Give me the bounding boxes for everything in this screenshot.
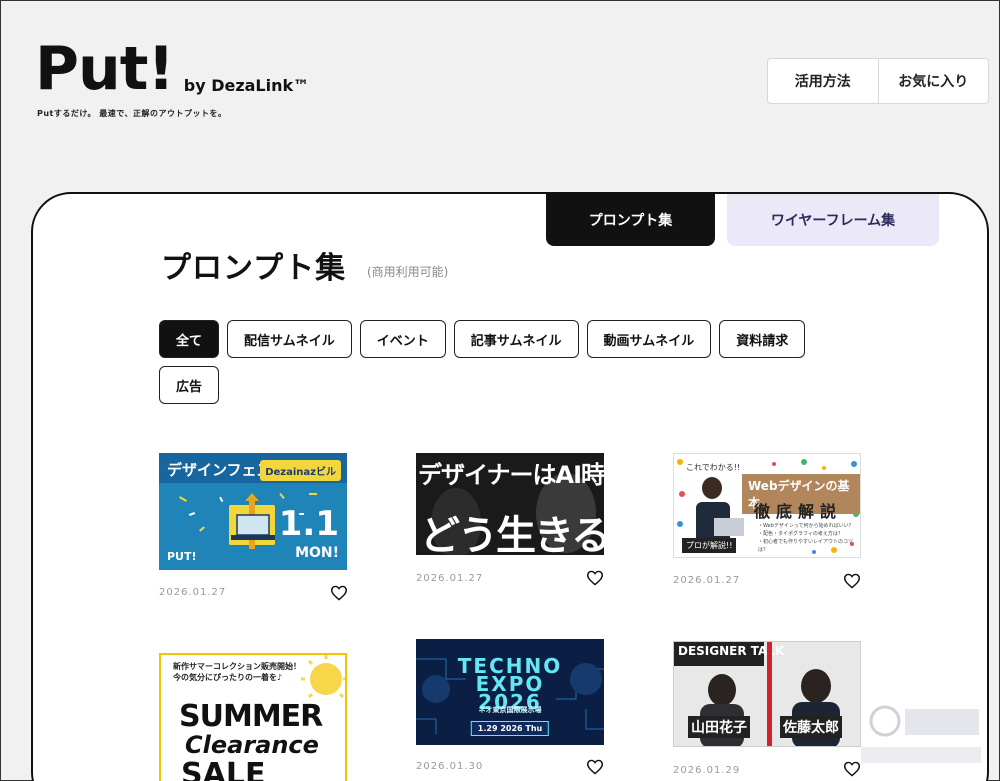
filter-event[interactable]: イベント <box>359 320 446 358</box>
prompt-card[interactable]: デザインフェス Dezainazビル 1.1 MON! PUT! <box>159 453 347 570</box>
favorite-heart-icon[interactable] <box>330 585 348 601</box>
thumb-speaker-2: 佐藤太郎 <box>780 716 842 738</box>
thumb-bullet: ・Webデザインって何から始めればいい？ <box>758 523 854 529</box>
thumb-event-title: TECHNO EXPO 2026 <box>416 656 604 712</box>
card-date: 2026.01.27 <box>159 587 227 598</box>
thumb-pill: Dezainazビル <box>260 460 341 481</box>
card-date: 2026.01.30 <box>416 761 484 772</box>
thumb-bullet: ・初心者でも作りやすいレイアウトのコツは？ <box>758 539 854 553</box>
logo-tagline: Putするだけ。 最速で、正解のアウトプットを。 <box>37 109 227 118</box>
thumb-brand: PUT! <box>167 550 197 563</box>
favorite-heart-icon[interactable] <box>586 759 604 775</box>
card-thumbnail[interactable]: TECHNO EXPO 2026 ネオ東京国際展示場 1.29 2026 Thu <box>416 639 604 745</box>
nav-how-to-use[interactable]: 活用方法 <box>768 59 878 103</box>
prompt-card[interactable]: 新作サマーコレクション販売開始！ 今の気分にぴったりの一着を♪ SUMMER C… <box>159 653 347 781</box>
thumb-venue: ネオ東京国際展示場 <box>478 706 542 714</box>
thumb-event-date: 1.29 2026 Thu <box>470 721 550 736</box>
nav-favorites[interactable]: お気に入り <box>877 59 989 103</box>
filter-ad[interactable]: 広告 <box>159 366 220 404</box>
card-date: 2026.01.27 <box>673 575 741 586</box>
thumb-header: これでわかる!! <box>686 463 741 472</box>
favorite-heart-icon[interactable] <box>843 573 861 589</box>
tab-prompts[interactable]: プロンプト集 <box>546 194 715 246</box>
prompt-card[interactable]: これでわかる!! Webデザインの基本 徹底解説 ・Webデザインって何から始め… <box>673 453 861 558</box>
filter-document-request[interactable]: 資料請求 <box>719 320 806 358</box>
watermark-logo <box>861 705 981 763</box>
thumb-line-1: デザイナーはAI時代に <box>418 461 604 489</box>
prompt-card[interactable]: TECHNO EXPO 2026 ネオ東京国際展示場 1.29 2026 Thu <box>416 639 604 745</box>
logo-wordmark: Put! <box>35 34 175 104</box>
card-thumbnail[interactable]: 新作サマーコレクション販売開始！ 今の気分にぴったりの一着を♪ SUMMER C… <box>159 653 347 781</box>
thumb-line-3: SALE <box>181 757 266 781</box>
thumb-tag: プロが解説!! <box>682 538 737 553</box>
thumb-note-line: 今の気分にぴったりの一着を♪ <box>173 673 283 682</box>
logo[interactable]: Put! by DezaLink™ <box>35 39 309 99</box>
logo-by: by DezaLink™ <box>183 76 310 95</box>
filter-video-thumbnail[interactable]: 動画サムネイル <box>586 320 712 358</box>
thumb-line-1: SUMMER <box>179 699 323 734</box>
thumb-note-line: 新作サマーコレクション販売開始！ <box>173 662 301 671</box>
filter-article-thumbnail[interactable]: 記事サムネイル <box>453 320 579 358</box>
thumb-bullets: ・Webデザインって何から始めればいい？ ・配色・タイポグラフィの考え方は？ ・… <box>758 522 860 554</box>
tab-wireframes[interactable]: ワイヤーフレーム集 <box>727 194 939 246</box>
thumb-subtitle: 徹底解説 <box>754 502 843 521</box>
card-thumbnail[interactable]: これでわかる!! Webデザインの基本 徹底解説 ・Webデザインって何から始め… <box>673 453 861 558</box>
thumb-bullet: ・配色・タイポグラフィの考え方は？ <box>758 531 843 537</box>
thumb-speaker-1: 山田花子 <box>688 716 750 738</box>
thumb-big-date: 1.1 <box>278 504 339 544</box>
prompt-card[interactable]: デザイナーはAI時代に どう生きるか <box>416 453 604 555</box>
header-nav: 活用方法 お気に入り <box>767 58 989 104</box>
filter-stream-thumbnail[interactable]: 配信サムネイル <box>227 320 352 358</box>
thumb-day: MON! <box>295 545 339 561</box>
filter-all[interactable]: 全て <box>159 320 220 358</box>
page-subtitle: (商用利用可能) <box>367 265 449 279</box>
card-thumbnail[interactable]: デザイナーはAI時代に どう生きるか <box>416 453 604 555</box>
card-thumbnail[interactable]: DESIGNER TALK 山田花子 佐藤太郎 <box>673 641 861 747</box>
card-date: 2026.01.27 <box>416 573 484 584</box>
favorite-heart-icon[interactable] <box>586 570 604 586</box>
thumb-note: 新作サマーコレクション販売開始！ 今の気分にぴったりの一着を♪ <box>173 661 301 683</box>
card-thumbnail[interactable]: デザインフェス Dezainazビル 1.1 MON! PUT! <box>159 453 347 570</box>
category-filters: 全て 配信サムネイル イベント 記事サムネイル 動画サムネイル 資料請求 広告 <box>159 320 859 404</box>
card-date: 2026.01.29 <box>673 765 741 776</box>
thumb-divider <box>767 642 772 746</box>
prompt-card[interactable]: DESIGNER TALK 山田花子 佐藤太郎 <box>673 641 861 747</box>
thumb-line-2: Clearance <box>185 731 319 759</box>
page-title: プロンプト集 <box>161 251 347 286</box>
thumb-line-2: どう生きるか <box>420 513 604 555</box>
